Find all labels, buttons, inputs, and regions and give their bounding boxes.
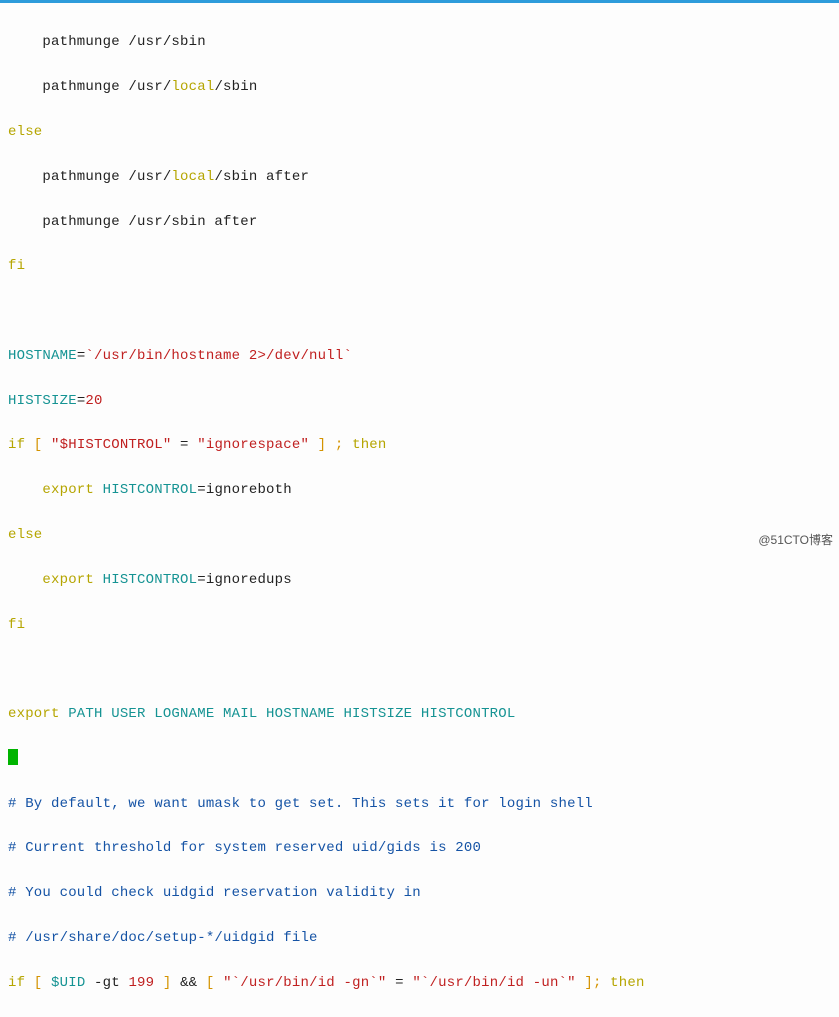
keyword-else: else [8,527,42,543]
code-line: # By default, we want umask to get set. … [8,793,831,815]
keyword-then: then [352,437,386,453]
code-line: if [ "$HISTCONTROL" = "ignorespace" ] ; … [8,434,831,456]
string: "ignorespace" [197,437,309,453]
text: /sbin after [214,169,309,185]
keyword: local [171,169,214,185]
keyword-export: export [42,572,94,588]
op: = [171,437,197,453]
code-line: fi [8,614,831,636]
number: 20 [85,393,102,409]
string: "$HISTCONTROL" [51,437,171,453]
value: ignoreboth [206,482,292,498]
code-line: export HISTCONTROL=ignoredups [8,569,831,591]
var-name: HISTCONTROL [94,482,197,498]
comment: # You could check uidgid reservation val… [8,885,421,901]
text: pathmunge /usr/sbin after [8,214,257,230]
text: /sbin [214,79,257,95]
code-line: # You could check uidgid reservation val… [8,882,831,904]
bracket: [ [25,437,51,453]
code-line: else [8,524,831,546]
text: pathmunge /usr/ [8,169,171,185]
code-line: pathmunge /usr/sbin [8,31,831,53]
comment: # /usr/share/doc/setup-*/uidgid file [8,930,318,946]
code-line: if [ $UID -gt 199 ] && [ "`/usr/bin/id -… [8,972,831,994]
value: ignoredups [206,572,292,588]
op: = [197,572,206,588]
code-line: else [8,121,831,143]
var-list: PATH USER LOGNAME MAIL HOSTNAME HISTSIZE… [60,706,516,722]
text [8,303,17,319]
watermark-text: @51CTO博客 [758,531,833,550]
op: = [197,482,206,498]
bracket: ] [154,975,180,991]
indent [8,572,42,588]
var-name: HOSTNAME [8,348,77,364]
code-line: export PATH USER LOGNAME MAIL HOSTNAME H… [8,703,831,725]
code-line: pathmunge /usr/local/sbin after [8,166,831,188]
comment: # By default, we want umask to get set. … [8,796,593,812]
op: = [387,975,413,991]
code-line: # /usr/share/doc/setup-*/uidgid file [8,927,831,949]
bracket: ]; [576,975,610,991]
code-line: pathmunge /usr/sbin after [8,211,831,233]
indent [8,482,42,498]
keyword: local [171,79,214,95]
code-line: fi [8,255,831,277]
keyword-else: else [8,124,42,140]
comment: # Current threshold for system reserved … [8,840,481,856]
code-line [8,658,831,680]
code-line: HISTSIZE=20 [8,390,831,412]
code-editor-content[interactable]: pathmunge /usr/sbin pathmunge /usr/local… [0,3,839,1017]
bracket: [ [197,975,223,991]
var-ref: $UID [51,975,85,991]
bracket: [ [25,975,51,991]
string: "`/usr/bin/id -un`" [412,975,575,991]
code-line: # Current threshold for system reserved … [8,837,831,859]
keyword-then: then [610,975,644,991]
var-name: HISTSIZE [8,393,77,409]
cursor-block [8,749,18,765]
keyword-fi: fi [8,617,25,633]
keyword-export: export [42,482,94,498]
keyword-if: if [8,437,25,453]
code-line: export HISTCONTROL=ignoreboth [8,479,831,501]
bracket: ] ; [309,437,352,453]
keyword-fi: fi [8,258,25,274]
op: && [180,975,197,991]
code-line [8,748,831,770]
code-line: HOSTNAME=`/usr/bin/hostname 2>/dev/null` [8,345,831,367]
text: pathmunge /usr/ [8,79,171,95]
keyword-if: if [8,975,25,991]
var-name: HISTCONTROL [94,572,197,588]
text: pathmunge /usr/sbin [8,34,206,50]
text [8,661,17,677]
code-line: pathmunge /usr/local/sbin [8,76,831,98]
backtick-cmd: `/usr/bin/hostname 2>/dev/null` [85,348,352,364]
keyword-export: export [8,706,60,722]
code-line [8,300,831,322]
op: -gt [85,975,128,991]
number: 199 [128,975,154,991]
string: "`/usr/bin/id -gn`" [223,975,386,991]
